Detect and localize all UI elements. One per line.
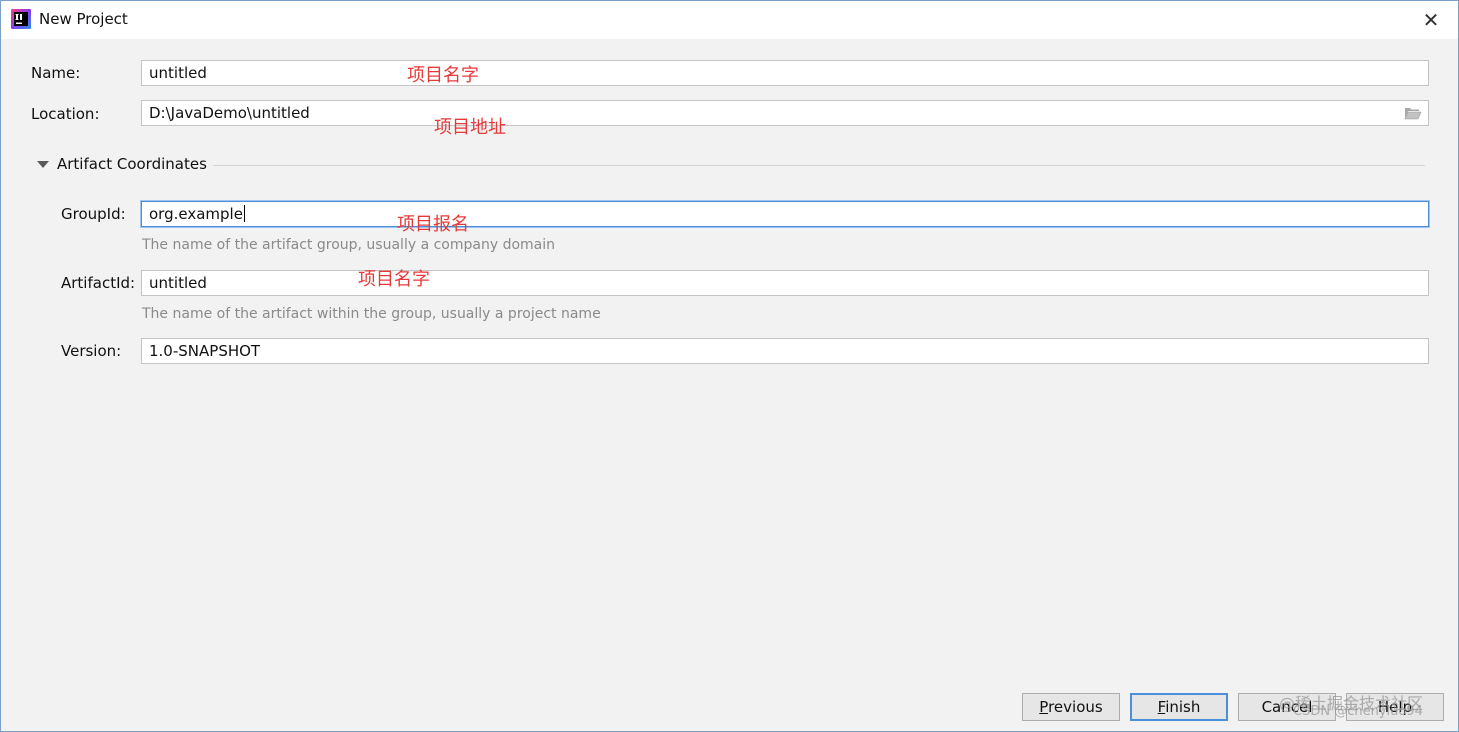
folder-icon[interactable] <box>1404 106 1422 120</box>
previous-button[interactable]: Previous <box>1022 693 1120 721</box>
close-icon[interactable]: ✕ <box>1418 7 1444 33</box>
artifactid-hint: The name of the artifact within the grou… <box>142 306 601 322</box>
location-annotation: 项目地址 <box>434 117 506 138</box>
version-label: Version: <box>61 342 122 360</box>
name-annotation: 项目名字 <box>407 65 479 86</box>
previous-mnemonic: P <box>1039 698 1049 716</box>
name-label: Name: <box>31 64 81 82</box>
collapse-triangle-icon <box>37 161 49 168</box>
version-input[interactable]: 1.0-SNAPSHOT <box>141 338 1429 364</box>
artifactid-input-value: untitled <box>149 274 207 292</box>
location-input[interactable]: D:\JavaDemo\untitled <box>141 100 1429 126</box>
artifactid-annotation: 项目名字 <box>358 269 430 290</box>
groupid-hint: The name of the artifact group, usually … <box>142 237 555 253</box>
groupid-annotation: 项目报名 <box>397 214 469 235</box>
version-input-value: 1.0-SNAPSHOT <box>149 342 261 360</box>
artifact-coordinates-label: Artifact Coordinates <box>57 155 207 173</box>
groupid-input-value: org.example <box>149 205 243 223</box>
location-input-value: D:\JavaDemo\untitled <box>149 104 310 122</box>
intellij-app-icon <box>11 9 31 29</box>
finish-label: inish <box>1165 698 1201 716</box>
section-divider <box>213 165 1425 166</box>
groupid-input[interactable]: org.example <box>141 201 1429 227</box>
groupid-label: GroupId: <box>61 205 126 223</box>
csdn-watermark: CSDN @chenyluo94 <box>1293 704 1423 719</box>
finish-button[interactable]: Finish <box>1130 693 1228 721</box>
text-caret <box>243 205 245 222</box>
artifactid-label: ArtifactId: <box>61 274 136 292</box>
artifactid-input[interactable]: untitled <box>141 270 1429 296</box>
window-title: New Project <box>39 10 128 28</box>
location-label: Location: <box>31 105 100 123</box>
previous-label: revious <box>1048 698 1103 716</box>
name-input[interactable]: untitled <box>141 60 1429 86</box>
title-bar: New Project ✕ <box>1 1 1458 39</box>
name-input-value: untitled <box>149 64 207 82</box>
new-project-dialog: New Project ✕ Name: untitled 项目名字 Locati… <box>0 0 1459 732</box>
